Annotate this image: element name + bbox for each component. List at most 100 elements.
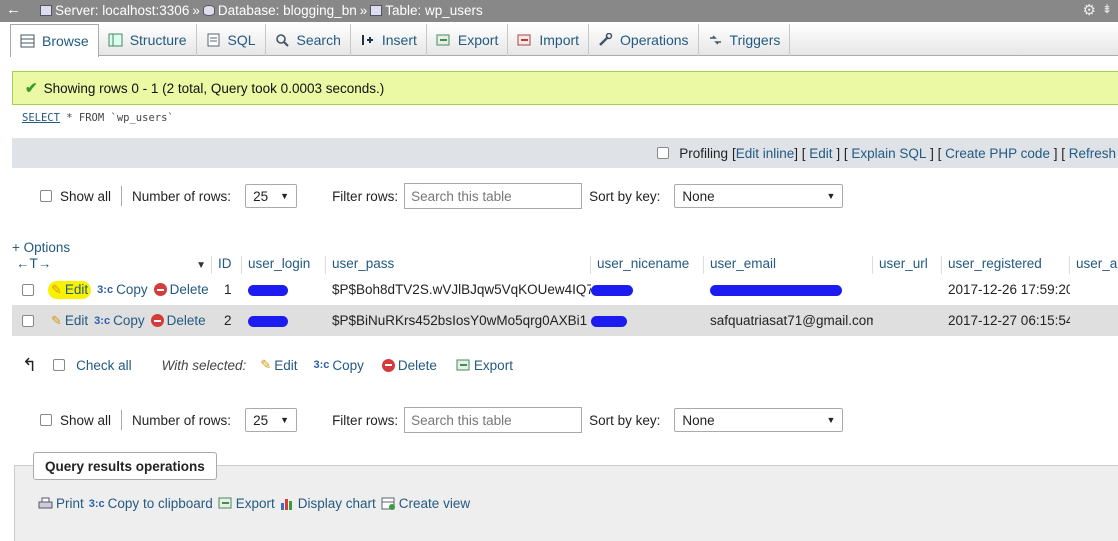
- bulk-delete-label: Delete: [397, 357, 437, 373]
- copy-row-button[interactable]: 3:c Copy: [94, 313, 144, 328]
- number-of-rows-select[interactable]: 25 ▼: [245, 408, 298, 432]
- gear-icon[interactable]: ⚙: [1083, 1, 1096, 19]
- breadcrumb-table[interactable]: Table: wp_users: [385, 3, 483, 18]
- copy-row-button[interactable]: 3:c Copy: [97, 282, 147, 297]
- pencil-icon: ✎: [51, 312, 62, 328]
- column-header-user-nicename[interactable]: user_nicename: [591, 256, 704, 276]
- tab-search[interactable]: Search: [266, 24, 351, 56]
- column-header-user-registered[interactable]: user_registered: [942, 256, 1070, 276]
- back-arrow-icon[interactable]: ←: [6, 1, 21, 18]
- column-header-user-pass[interactable]: user_pass: [326, 256, 591, 276]
- chevron-down-icon: ▼: [826, 415, 836, 425]
- tab-browse[interactable]: Browse: [10, 24, 99, 57]
- with-selected-label: With selected:: [161, 357, 247, 373]
- cell-user-registered: 2017-12-26 17:59:20: [948, 282, 1070, 297]
- redaction-scribble: [591, 284, 633, 296]
- breadcrumb: Server: localhost:3306 » Database: blogg…: [40, 3, 483, 18]
- sort-by-key-label: Sort by key:: [589, 188, 661, 204]
- export-results-button[interactable]: Export: [218, 496, 275, 511]
- number-of-rows-label: Number of rows:: [132, 412, 232, 428]
- print-button[interactable]: Print: [38, 496, 84, 511]
- tab-import[interactable]: Import: [508, 24, 590, 56]
- tab-triggers[interactable]: Triggers: [699, 24, 791, 56]
- breadcrumb-database[interactable]: Database: blogging_bn: [218, 3, 357, 18]
- bulk-edit-label: Edit: [274, 357, 298, 373]
- tab-label: Import: [539, 32, 580, 48]
- edit-row-button[interactable]: ✎ Edit: [51, 313, 88, 329]
- column-header-id[interactable]: ID: [212, 256, 242, 276]
- column-header-user-url[interactable]: user_url: [873, 256, 942, 276]
- row-checkbox[interactable]: [22, 283, 34, 296]
- sort-by-key-select[interactable]: None ▼: [674, 184, 844, 208]
- printer-icon: [38, 497, 53, 510]
- sort-by-key-value: None: [682, 188, 715, 204]
- query-results-operations-title: Query results operations: [33, 452, 217, 480]
- column-header-user-email[interactable]: user_email: [704, 256, 873, 276]
- column-shift-arrows[interactable]: ←T→: [16, 256, 51, 276]
- column-header-user-login[interactable]: user_login: [242, 256, 326, 276]
- browse-icon: [20, 34, 35, 48]
- tab-sql[interactable]: SQL: [197, 24, 266, 56]
- copy-to-clipboard-button[interactable]: 3:c Copy to clipboard: [89, 496, 213, 511]
- edit-inline-link[interactable]: Edit inline: [736, 146, 795, 161]
- breadcrumb-separator: »: [359, 3, 368, 18]
- export-icon: [436, 33, 451, 47]
- options-link[interactable]: + Options: [12, 240, 70, 255]
- filter-rows-input[interactable]: Search this table: [404, 407, 583, 433]
- collapse-arrows-icon[interactable]: ⇟: [1102, 2, 1112, 16]
- sort-by-key-select[interactable]: None ▼: [674, 408, 844, 432]
- breadcrumb-server[interactable]: Server: localhost:3306: [55, 3, 189, 18]
- filter-rows-input[interactable]: Search this table: [404, 183, 583, 209]
- tab-insert[interactable]: Insert: [351, 24, 427, 56]
- check-all-checkbox[interactable]: [53, 359, 66, 371]
- redaction-scribble: [591, 315, 627, 327]
- pencil-icon: ✎: [260, 357, 272, 372]
- table-icon: [370, 5, 383, 16]
- copy-icon: 3:c: [97, 283, 114, 296]
- refresh-link[interactable]: Refresh: [1069, 146, 1116, 161]
- create-view-icon: [381, 497, 396, 510]
- chevron-down-icon: ▼: [280, 415, 290, 425]
- wrench-icon: [598, 32, 613, 47]
- edit-label: Edit: [64, 313, 89, 328]
- number-of-rows-select[interactable]: 25 ▼: [245, 184, 298, 208]
- export-results-label: Export: [235, 496, 275, 511]
- tab-export[interactable]: Export: [427, 24, 509, 56]
- create-php-code-link[interactable]: Create PHP code: [945, 146, 1050, 161]
- bulk-edit-button[interactable]: ✎ Edit: [260, 357, 297, 373]
- tab-label: Search: [296, 32, 341, 48]
- row-checkbox[interactable]: [22, 314, 34, 327]
- tab-operations[interactable]: Operations: [589, 24, 699, 56]
- bulk-copy-button[interactable]: 3:c Copy: [313, 358, 363, 373]
- show-all-label: Show all: [60, 188, 112, 204]
- bulk-delete-button[interactable]: Delete: [381, 357, 437, 373]
- table-header: ←T→ ▼ ID user_login user_pass user_nicen…: [12, 256, 1118, 276]
- create-view-button[interactable]: Create view: [381, 496, 470, 511]
- delete-label: Delete: [166, 313, 206, 328]
- display-chart-label: Display chart: [297, 496, 376, 511]
- edit-query-link[interactable]: Edit: [809, 146, 832, 161]
- triggers-icon: [708, 33, 723, 47]
- delete-row-button[interactable]: Delete: [153, 282, 209, 297]
- bulk-export-button[interactable]: Export: [456, 358, 513, 373]
- show-all-checkbox[interactable]: [40, 414, 52, 426]
- insert-icon: [360, 33, 375, 47]
- cell-user-registered: 2017-12-27 06:15:54: [948, 313, 1070, 328]
- sql-keyword-link[interactable]: SELECT: [22, 112, 60, 124]
- filter-rows-label: Filter rows:: [332, 412, 399, 428]
- check-all-label[interactable]: Check all: [76, 358, 132, 373]
- number-of-rows-label: Number of rows:: [132, 188, 232, 204]
- show-all-checkbox[interactable]: [40, 190, 52, 202]
- bulk-export-label: Export: [473, 357, 513, 373]
- explain-sql-link[interactable]: Explain SQL: [851, 146, 926, 161]
- column-arrows: ←T→ ▼: [12, 256, 212, 276]
- delete-row-button[interactable]: Delete: [150, 313, 206, 328]
- tab-structure[interactable]: Structure: [99, 24, 197, 56]
- display-chart-button[interactable]: Display chart: [280, 496, 376, 511]
- cell-id: 1: [224, 282, 232, 297]
- copy-label: Copy: [113, 313, 145, 328]
- tab-label: Browse: [42, 33, 89, 49]
- edit-row-button[interactable]: ✎ Edit: [48, 280, 92, 299]
- column-header-user-a[interactable]: user_a: [1070, 256, 1118, 276]
- profiling-checkbox[interactable]: [657, 147, 670, 159]
